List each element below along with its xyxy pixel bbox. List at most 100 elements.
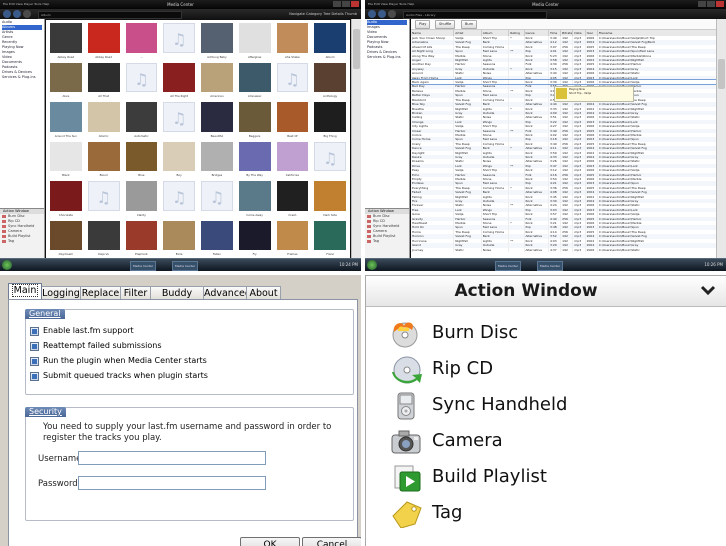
album-tile[interactable] <box>199 180 235 218</box>
minimize-button[interactable] <box>698 1 706 7</box>
album-tile[interactable]: Aha Shake <box>275 22 311 60</box>
album-tile[interactable] <box>161 101 197 139</box>
album-tile[interactable]: Crash <box>275 180 311 218</box>
album-tile[interactable]: Elephant <box>124 220 160 258</box>
enable-lastfm-checkbox[interactable]: Enable last.fm support <box>30 326 134 336</box>
album-tile[interactable]: Frames <box>275 220 311 258</box>
album-tile[interactable]: Alive <box>48 62 84 100</box>
album-tile[interactable]: Achtung Baby <box>199 22 235 60</box>
album-tile[interactable]: Blue <box>124 141 160 179</box>
mini-action-item[interactable]: Tag <box>365 239 409 244</box>
album-tile[interactable]: All The Right <box>161 62 197 100</box>
menu-bar[interactable]: File Edit View Player Tools Help <box>3 0 49 9</box>
album-tile[interactable]: Chocolate <box>48 180 84 218</box>
album-tile[interactable]: Around The Sun <box>48 101 84 139</box>
close-button[interactable] <box>351 1 359 7</box>
album-tile[interactable]: Beautiful <box>199 101 235 139</box>
play-button[interactable]: Play <box>415 20 431 29</box>
tree-item[interactable]: Services & Plug-ins <box>2 75 42 80</box>
tab-main[interactable]: Main <box>8 283 42 299</box>
close-button[interactable] <box>716 1 724 7</box>
action-burn-disc[interactable]: Burn Disc <box>390 316 710 350</box>
album-tile[interactable] <box>161 22 197 60</box>
burn-button[interactable]: Burn <box>461 20 478 29</box>
album-tile[interactable] <box>124 62 160 100</box>
taskbar-item[interactable]: Media Center <box>495 261 522 271</box>
username-field[interactable] <box>78 451 266 465</box>
album-tile[interactable]: Automatic <box>124 101 160 139</box>
album-tile[interactable]: Bridges <box>199 141 235 179</box>
album-tile[interactable]: Big Thing <box>312 101 348 139</box>
action-rip-cd[interactable]: Rip CD <box>390 352 710 386</box>
start-button[interactable] <box>2 260 12 270</box>
album-tile[interactable]: Exile <box>161 220 197 258</box>
maximize-button[interactable] <box>707 1 715 7</box>
action-camera[interactable]: Camera <box>390 424 710 458</box>
start-button[interactable] <box>367 260 377 270</box>
submit-queued-checkbox[interactable]: Submit queued tracks when plugin starts <box>30 371 208 381</box>
album-tile[interactable]: Dark Side <box>312 180 348 218</box>
forward-button[interactable] <box>13 10 21 18</box>
album-tile[interactable]: Deja Vu <box>86 220 122 258</box>
maximize-button[interactable] <box>342 1 350 7</box>
album-tile[interactable]: Black <box>48 141 84 179</box>
cancel-button[interactable]: Cancel <box>302 537 361 546</box>
album-tile[interactable] <box>275 62 311 100</box>
shuffle-button[interactable]: Shuffle <box>435 20 456 29</box>
album-tile[interactable]: By The Way <box>237 141 273 179</box>
back-button[interactable] <box>368 10 376 18</box>
album-tile[interactable]: California <box>275 141 311 179</box>
vertical-scrollbar[interactable] <box>716 19 726 259</box>
album-tile[interactable] <box>161 180 197 218</box>
album-tile[interactable]: Abbey Road <box>86 22 122 60</box>
taskbar-item[interactable]: Media Center <box>130 261 157 271</box>
action-sync-handheld[interactable]: Sync Handheld <box>390 388 710 422</box>
album-tile[interactable]: Afterglow <box>237 22 273 60</box>
album-tile[interactable] <box>312 141 348 179</box>
password-field[interactable] <box>78 476 266 490</box>
back-button[interactable] <box>3 10 11 18</box>
album-tile[interactable] <box>86 180 122 218</box>
album-tile[interactable]: Atomic <box>86 101 122 139</box>
table-row[interactable]: Journey Static Noise Alternative 4:37 192 mp3 2… <box>411 247 717 252</box>
album-tile[interactable]: Fly <box>237 220 273 258</box>
library-tree[interactable]: Audio Images Video Documents Playing Now Podc… <box>365 19 409 61</box>
album-tile[interactable]: All That <box>86 62 122 100</box>
tab-advanced[interactable]: Advanced <box>203 286 251 299</box>
album-tile[interactable]: American <box>199 62 235 100</box>
tab-replace[interactable]: Replace <box>80 286 121 299</box>
tree-item[interactable]: Services & Plug-ins <box>367 55 407 60</box>
minimize-button[interactable] <box>333 1 341 7</box>
address-bar[interactable]: Album <box>38 11 182 19</box>
tab-about[interactable]: About <box>246 286 281 299</box>
tab-buddy-system[interactable]: Buddy System <box>150 286 204 312</box>
album-tile[interactable]: Come Away <box>237 180 273 218</box>
library-tree[interactable]: Audio Albums Artists Genre Recently Playing N… <box>0 19 44 81</box>
taskbar-item[interactable]: Media Center <box>172 261 199 271</box>
album-tile[interactable]: Beggars <box>237 101 273 139</box>
album-tile[interactable]: Franz <box>312 220 348 258</box>
home-button[interactable] <box>388 10 396 18</box>
forward-button[interactable] <box>378 10 386 18</box>
tab-logging[interactable]: Logging <box>41 286 81 299</box>
album-tile[interactable]: Anthology <box>312 62 348 100</box>
vertical-scrollbar[interactable] <box>351 19 361 259</box>
menu-bar[interactable]: File Edit View Player Tools Help <box>368 0 414 9</box>
action-tag[interactable]: Tag <box>390 496 710 530</box>
album-tile[interactable]: Album <box>312 22 348 60</box>
action-build-playlist[interactable]: Build Playlist <box>390 460 710 494</box>
album-tile[interactable]: Clarity <box>124 180 160 218</box>
album-tile[interactable]: Blood <box>86 141 122 179</box>
tab-filter[interactable]: Filter <box>120 286 151 299</box>
reattempt-checkbox[interactable]: Reattempt failed submissions <box>30 341 162 351</box>
run-on-start-checkbox[interactable]: Run the plugin when Media Center starts <box>30 356 207 366</box>
album-tile[interactable]: Boy <box>161 141 197 179</box>
album-tile[interactable]: Best Of <box>275 101 311 139</box>
album-tile[interactable]: Amnesiac <box>237 62 273 100</box>
album-tile[interactable]: Daydream <box>48 220 84 258</box>
collapse-chevron-icon[interactable] <box>700 279 716 303</box>
address-bar[interactable]: Audio Files - Library <box>403 11 547 19</box>
ok-button[interactable]: OK <box>240 537 300 546</box>
taskbar-item[interactable]: Media Center <box>537 261 564 271</box>
album-tile[interactable]: Fallen <box>199 220 235 258</box>
